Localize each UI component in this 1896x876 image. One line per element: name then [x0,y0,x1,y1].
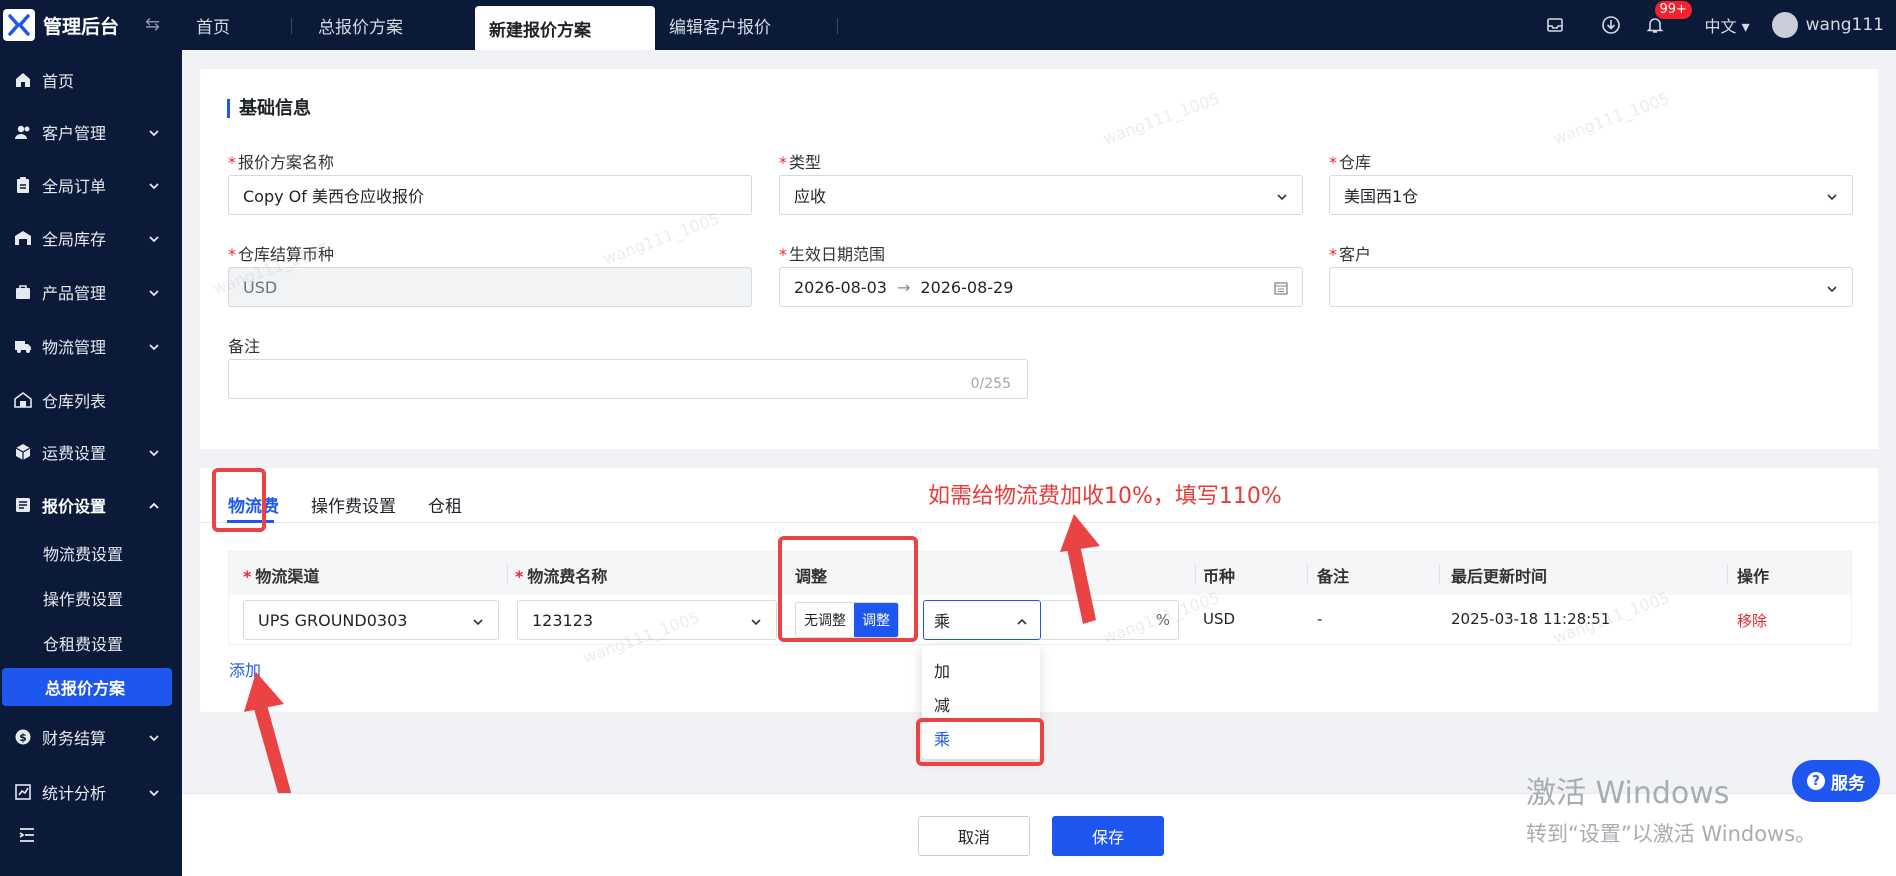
question-icon: ? [1807,772,1825,790]
arrowhead-icon [1060,514,1100,552]
windows-activation-notice: 激活 Windows 转到“设置”以激活 Windows。 [1526,776,1817,846]
save-button[interactable]: 保存 [1052,816,1164,856]
arrowhead-icon [244,672,284,712]
cancel-button[interactable]: 取消 [918,816,1030,856]
arrow-up-icon [1066,540,1096,624]
annotation-arrows [244,514,1100,800]
service-button[interactable]: ? 服务 [1792,760,1880,802]
arrow-up-icon [254,705,292,800]
